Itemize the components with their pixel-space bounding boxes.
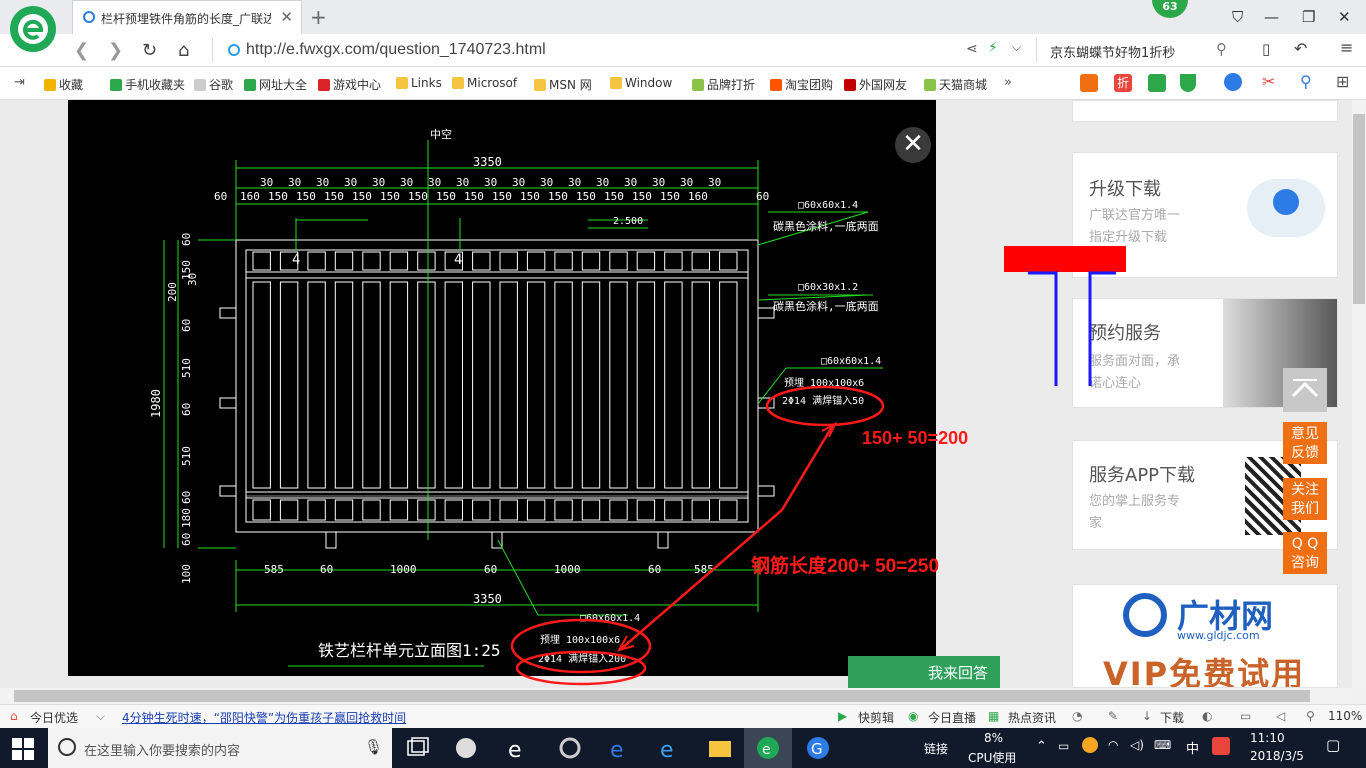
hot-news-link[interactable]: 热点资讯 <box>1008 709 1056 726</box>
internet-explorer-icon[interactable]: e <box>656 735 684 763</box>
swirl-app-icon[interactable] <box>556 735 584 761</box>
taskbar-link-label[interactable]: 链接 <box>924 740 948 757</box>
gift-icon: ⌂ <box>10 709 18 723</box>
browser-e-icon[interactable]: e <box>504 735 532 763</box>
task-view-icon[interactable] <box>404 735 432 761</box>
browser-2345-icon[interactable]: e <box>754 735 782 761</box>
news-link[interactable]: 4分钟生死时速，“邵阳快警”为伤重孩子赢回抢救时间 <box>122 709 406 726</box>
svg-text:e: e <box>610 738 624 761</box>
windows-start-icon[interactable] <box>12 738 34 763</box>
zoom-level[interactable]: 110% <box>1328 709 1362 723</box>
vertical-scroll-thumb[interactable] <box>1353 114 1365 304</box>
back-to-top-button[interactable] <box>1283 368 1327 412</box>
volume-icon[interactable]: ◁) <box>1130 738 1144 752</box>
follow-us-button[interactable]: 关注 我们 <box>1283 478 1327 520</box>
svg-text:e: e <box>660 738 674 761</box>
sogou-ime-icon[interactable] <box>1212 737 1230 755</box>
today-pick[interactable]: 今日优选 <box>30 709 78 726</box>
tray-app-icon[interactable]: ▭ <box>1058 739 1069 753</box>
svg-text:e: e <box>762 742 771 758</box>
window-icon[interactable]: ▭ <box>1240 709 1251 723</box>
microphone-icon[interactable]: 🎙 <box>364 738 383 756</box>
zoom-icon: ⚲ <box>1306 709 1315 723</box>
mute-icon[interactable]: ◁ <box>1276 709 1285 723</box>
angle-leg-right <box>1088 271 1116 386</box>
download-link[interactable]: 下载 <box>1160 709 1184 726</box>
qq-consult-button[interactable]: Q Q 咨询 <box>1283 532 1327 574</box>
wifi-icon[interactable]: ◠ <box>1108 738 1118 752</box>
live-icon: ◉ <box>908 709 919 723</box>
news-icon: ▦ <box>988 709 1000 723</box>
arrow-line <box>780 424 835 511</box>
keyboard-icon[interactable]: ⌨ <box>1154 738 1171 752</box>
highlight-ellipse-bottom <box>510 618 652 674</box>
tray-orange-icon[interactable] <box>1082 737 1098 753</box>
live-link[interactable]: 今日直播 <box>928 709 976 726</box>
kuaijian-link[interactable]: 快剪辑 <box>858 709 894 726</box>
speed-icon[interactable]: ◔ <box>1072 709 1082 723</box>
clock-date[interactable]: 2018/3/5 <box>1250 749 1304 763</box>
cpu-percent: 8% <box>984 731 1004 745</box>
ime-indicator[interactable]: 中 <box>1186 738 1199 757</box>
edge-icon[interactable]: e <box>606 735 634 763</box>
red-annotation-layer <box>510 246 1126 686</box>
highlight-ellipse-top <box>765 385 885 427</box>
angle-section-red-bar <box>1004 246 1126 272</box>
answer-button[interactable]: 我来回答 <box>848 656 1000 690</box>
kuaijian-icon: ▶ <box>838 709 848 723</box>
browser-logo-icon[interactable] <box>10 6 56 52</box>
horizontal-scroll-thumb[interactable] <box>14 690 1310 702</box>
file-explorer-icon[interactable] <box>706 735 734 761</box>
cortana-icon <box>58 738 76 756</box>
g-app-icon[interactable]: G <box>804 735 832 761</box>
chevron-down-icon[interactable]: ⌵ <box>96 709 105 724</box>
feedback-button[interactable]: 意见 反馈 <box>1283 422 1327 464</box>
tools-icon[interactable]: ✎ <box>1108 709 1118 723</box>
cpu-label: CPU使用 <box>968 751 1017 765</box>
svg-text:e: e <box>508 738 522 761</box>
angle-leg-left <box>1028 271 1058 386</box>
notification-icon[interactable]: ▢ <box>1326 736 1340 754</box>
svg-text:G: G <box>811 740 823 758</box>
calc-annotation-1: 150+ 50=200 <box>862 428 969 448</box>
highlight-ellipse-bottom-inner <box>515 650 647 686</box>
taskbar-search-placeholder: 在这里输入你要搜索的内容 <box>84 744 241 759</box>
tray-expand-icon[interactable]: ⌃ <box>1036 739 1047 754</box>
clean-icon[interactable]: ◐ <box>1202 709 1212 723</box>
clock-time[interactable]: 11:10 <box>1250 731 1285 745</box>
close-viewer-button[interactable]: ✕ <box>895 127 931 163</box>
pinwheel-app-icon[interactable] <box>452 735 480 761</box>
download-icon: ↓ <box>1142 709 1153 723</box>
calc-annotation-2: 钢筋长度200+ 50=250 <box>751 556 940 577</box>
